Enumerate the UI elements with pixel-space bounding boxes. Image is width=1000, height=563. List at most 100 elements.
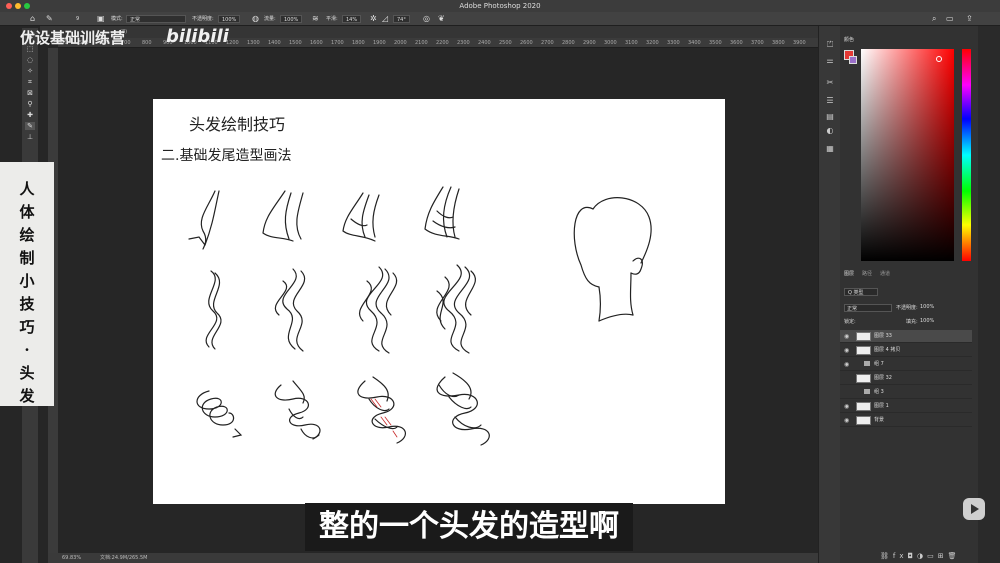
layer-filter-select[interactable]: Q 类型 <box>844 288 878 296</box>
visibility-eye-icon[interactable]: ◉ <box>844 414 849 427</box>
symmetry-icon[interactable]: ❦ <box>438 15 445 23</box>
ruler-tick: 1400 <box>268 40 281 46</box>
home-icon[interactable]: ⌂ <box>30 15 35 23</box>
brush-settings-panel-icon[interactable]: ✂ <box>825 78 835 87</box>
zoom-window-icon[interactable] <box>24 3 30 9</box>
background-color-swatch[interactable] <box>849 56 857 64</box>
strand-sketch-3 <box>342 192 380 242</box>
red-accent-strokes <box>370 398 398 438</box>
layer-row[interactable]: 图层 32 <box>840 372 972 385</box>
minimize-window-icon[interactable] <box>15 3 21 9</box>
layer-row[interactable]: 组 3 <box>840 386 972 399</box>
layer-row[interactable]: ◉ 图层 4 拷贝 <box>840 344 972 357</box>
ruler-tick: 3200 <box>646 40 659 46</box>
share-icon[interactable]: ⇪ <box>966 15 973 23</box>
document-size: 文档:24.9M/265.5M <box>100 555 148 561</box>
visibility-eye-icon[interactable]: ◉ <box>844 358 849 371</box>
adjustments-icon[interactable]: ⚌ <box>825 56 835 65</box>
new-group-icon[interactable]: ▭ <box>927 552 938 560</box>
side-title-char: 小 <box>19 272 35 290</box>
strand-sketch-2 <box>262 190 304 242</box>
layer-thumbnail <box>856 346 871 355</box>
smoothing-settings-icon[interactable]: ✲ <box>370 15 377 23</box>
adjustment-layer-icon[interactable]: ◑ <box>917 552 927 560</box>
ruler-tick: 3300 <box>667 40 680 46</box>
properties-icon[interactable]: ☰ <box>825 96 835 105</box>
new-layer-icon[interactable]: ⊞ <box>938 552 948 560</box>
window-title: Adobe Photoshop 2020 <box>459 2 541 10</box>
hue-slider[interactable] <box>962 49 971 261</box>
ruler-tick: 3000 <box>604 40 617 46</box>
clone-stamp-tool-icon[interactable]: ⊥ <box>25 133 35 141</box>
airbrush-icon[interactable]: ≋ <box>312 15 319 23</box>
fill-input[interactable]: 100% <box>920 318 934 324</box>
swatches-icon[interactable]: ▦ <box>825 144 835 153</box>
layer-row[interactable]: ◉ 图层 1 <box>840 400 972 413</box>
title-bar: Adobe Photoshop 2020 <box>0 0 1000 12</box>
smoothing-input[interactable]: 14% <box>342 15 362 23</box>
color-picker-cursor[interactable] <box>936 56 942 62</box>
mask-icon[interactable]: ◘ <box>908 552 918 560</box>
fx-icon[interactable]: fx <box>893 552 908 560</box>
ruler-tick: 1700 <box>331 40 344 46</box>
link-layers-icon[interactable]: ⛓ <box>880 552 893 560</box>
curl-sketch-2 <box>274 380 321 440</box>
wave-sketch-3 <box>359 266 398 354</box>
visibility-eye-icon[interactable]: ◉ <box>844 344 849 357</box>
brush-settings-icon[interactable]: ▣ <box>97 15 105 23</box>
workspace-icon[interactable]: ▭ <box>946 15 954 23</box>
brush-tool-icon[interactable]: ✎ <box>46 15 53 23</box>
eyedropper-tool-icon[interactable]: ⚲ <box>25 100 35 108</box>
layer-name: 图层 1 <box>874 403 889 409</box>
side-title-char: 头 <box>19 364 35 382</box>
paths-tab[interactable]: 路径 <box>862 270 872 277</box>
layer-row[interactable]: ◉ 背景 <box>840 414 972 427</box>
healing-tool-icon[interactable]: ✚ <box>25 111 35 119</box>
mode-select[interactable]: 正常 <box>126 15 186 23</box>
search-icon[interactable]: ⌕ <box>932 15 936 23</box>
frame-tool-icon[interactable]: ⊠ <box>25 89 35 97</box>
libraries-icon[interactable]: ◐ <box>825 126 835 135</box>
visibility-eye-icon[interactable]: ◉ <box>844 330 849 343</box>
opacity-input[interactable]: 100% <box>218 15 241 23</box>
layer-row[interactable]: ◉ 组 7 <box>840 358 972 371</box>
drawing-canvas[interactable]: 头发绘制技巧 二.基础发尾造型画法 <box>153 99 725 504</box>
brush-tool-icon[interactable]: ✎ <box>25 122 35 130</box>
ruler-tick: 3500 <box>709 40 722 46</box>
delete-layer-icon[interactable]: 🗑 <box>948 552 961 560</box>
side-title-text: 人体绘制小技巧 · 头发 <box>9 178 45 408</box>
mode-label: 模式: <box>111 16 123 22</box>
document-tab[interactable]: (8) <box>40 26 818 38</box>
styles-icon[interactable]: ▤ <box>825 112 835 121</box>
zoom-level[interactable]: 69.83% <box>62 553 81 563</box>
layer-opacity-input[interactable]: 100% <box>920 304 934 310</box>
color-panel-tab[interactable]: 颜色 <box>844 36 854 43</box>
ruler-tick: 1600 <box>310 40 323 46</box>
panel-scrollbar[interactable] <box>978 26 1000 563</box>
layer-actions: ⛓fx◘◑▭⊞🗑 <box>880 552 970 562</box>
blend-mode-select[interactable]: 正常 <box>844 304 892 312</box>
history-icon[interactable]: ⏍ <box>825 40 835 49</box>
color-picker-field[interactable] <box>861 49 954 261</box>
brush-size-value[interactable]: 9 <box>76 15 79 23</box>
wave-sketch-4 <box>436 264 477 354</box>
channels-tab[interactable]: 通道 <box>880 270 890 277</box>
visibility-eye-icon[interactable]: ◉ <box>844 400 849 413</box>
play-button[interactable] <box>963 498 985 520</box>
crop-tool-icon[interactable]: ⌗ <box>25 78 35 86</box>
ruler-tick: 2800 <box>562 40 575 46</box>
layers-tab[interactable]: 图层 <box>844 270 854 277</box>
layer-row[interactable]: ◉ 图层 33 <box>840 330 972 343</box>
smoothing-label: 平滑: <box>326 16 338 22</box>
angle-input[interactable]: 74° <box>393 15 410 23</box>
ruler-tick: 1900 <box>373 40 386 46</box>
ruler-tick: 2600 <box>520 40 533 46</box>
side-title-char: · <box>24 341 30 359</box>
close-window-icon[interactable] <box>6 3 12 9</box>
pressure-opacity-icon[interactable]: ◍ <box>252 15 259 23</box>
pressure-size-icon[interactable]: ◎ <box>423 15 430 23</box>
lasso-tool-icon[interactable]: ◌ <box>25 56 35 64</box>
ruler-tick: 2000 <box>394 40 407 46</box>
flow-input[interactable]: 100% <box>280 15 303 23</box>
quick-select-tool-icon[interactable]: ✧ <box>25 67 35 75</box>
